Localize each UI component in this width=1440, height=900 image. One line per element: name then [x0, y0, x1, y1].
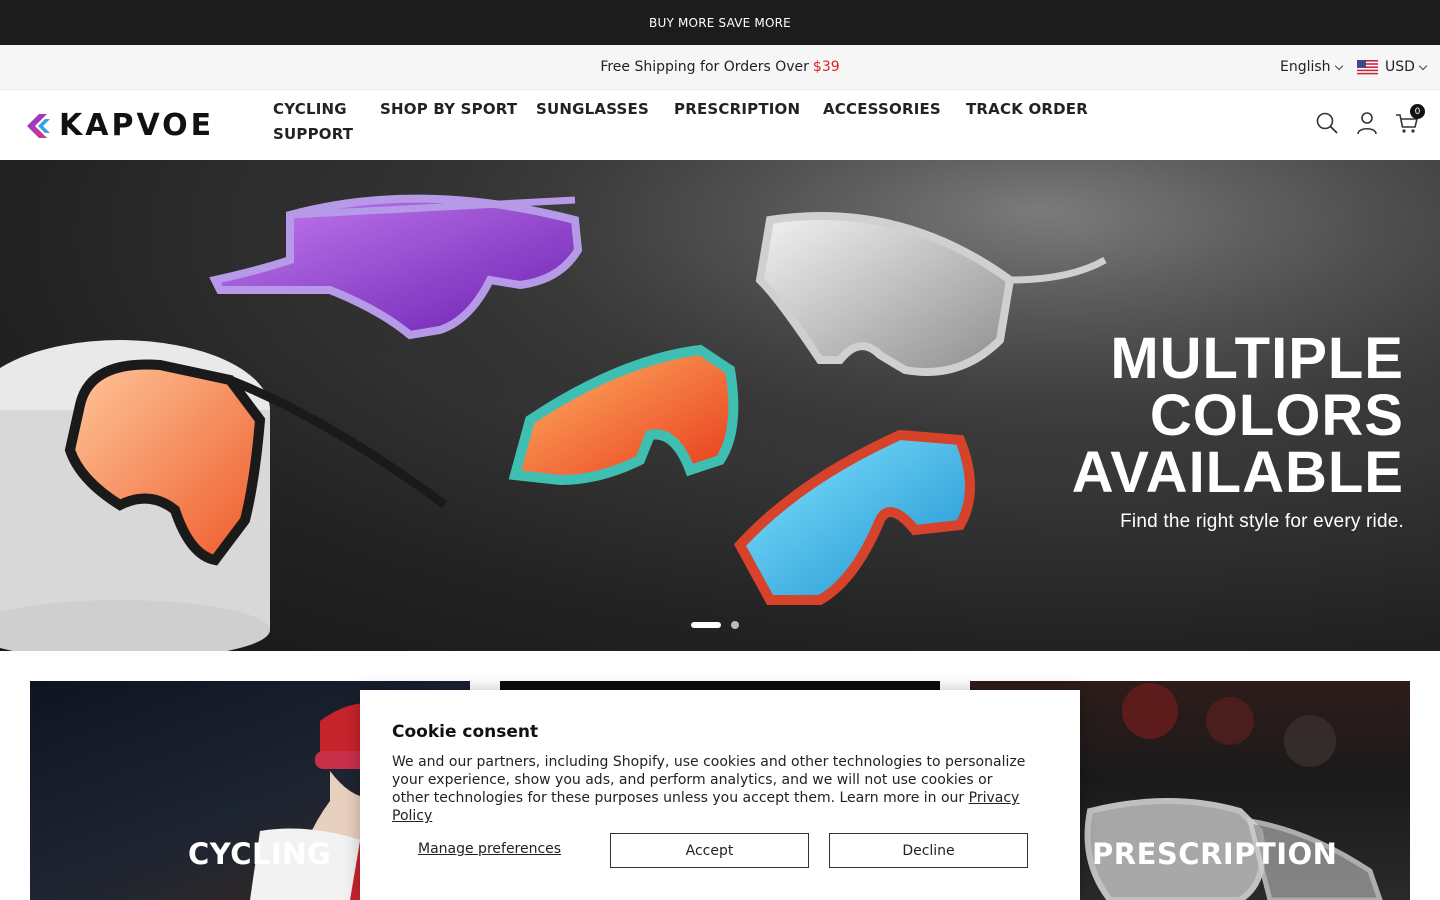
language-selector[interactable]: English	[1280, 45, 1343, 89]
slider-dots	[691, 621, 739, 629]
hero-slider[interactable]: MULTIPLE COLORS AVAILABLE Find the right…	[0, 160, 1440, 651]
nav-accessories[interactable]: ACCESSORIES	[823, 100, 941, 118]
top-bar: Free Shipping for Orders Over $39 Englis…	[0, 45, 1440, 90]
accept-button[interactable]: Accept	[610, 833, 809, 868]
cookie-body: We and our partners, including Shopify, …	[392, 753, 1032, 825]
category-label-prescription: PRESCRIPTION	[1092, 837, 1338, 871]
hero-subtitle: Find the right style for every ride.	[1120, 511, 1404, 532]
hero-title-line3: AVAILABLE	[1071, 440, 1404, 505]
cookie-title: Cookie consent	[392, 722, 539, 742]
account-icon[interactable]	[1354, 110, 1382, 138]
decline-button[interactable]: Decline	[829, 833, 1028, 868]
language-label: English	[1280, 59, 1331, 75]
slider-dot-1[interactable]	[691, 622, 721, 628]
nav-support[interactable]: SUPPORT	[273, 125, 353, 143]
cookie-consent-dialog: Cookie consent We and our partners, incl…	[360, 690, 1080, 900]
shipping-banner: Free Shipping for Orders Over $39	[0, 45, 1440, 89]
nav-sunglasses[interactable]: SUNGLASSES	[536, 100, 649, 118]
logo-mark-icon	[27, 114, 50, 138]
announcement-bar: BUY MORE SAVE MORE	[0, 0, 1440, 45]
manage-preferences-link[interactable]: Manage preferences	[418, 841, 561, 857]
chevron-down-icon	[1334, 61, 1343, 70]
currency-label: USD	[1385, 59, 1415, 75]
site-header: KAPVOE CYCLING SHOP BY SPORT SUNGLASSES …	[0, 90, 1440, 160]
us-flag-icon	[1357, 59, 1378, 75]
hero-title-line2: COLORS	[1149, 383, 1404, 448]
shipping-text: Free Shipping for Orders Over	[600, 59, 809, 75]
search-icon[interactable]	[1314, 110, 1342, 138]
hero-text: MULTIPLE COLORS AVAILABLE Find the right…	[1072, 330, 1404, 533]
chevron-down-icon	[1418, 61, 1428, 70]
shipping-price: $39	[812, 59, 840, 75]
announcement-text: BUY MORE SAVE MORE	[649, 15, 791, 30]
category-label-cycling: CYCLING	[188, 837, 332, 871]
nav-cycling[interactable]: CYCLING	[273, 100, 347, 118]
cart-count-badge: 0	[1410, 104, 1425, 119]
nav-track-order[interactable]: TRACK ORDER	[966, 100, 1088, 118]
nav-prescription[interactable]: PRESCRIPTION	[674, 100, 800, 118]
logo-text: KAPVOE	[59, 108, 215, 143]
hero-title-line1: MULTIPLE	[1110, 326, 1404, 391]
logo[interactable]: KAPVOE	[25, 110, 217, 142]
cookie-body-text: We and our partners, including Shopify, …	[392, 754, 1026, 806]
cart-icon[interactable]: 0	[1394, 104, 1425, 138]
currency-selector[interactable]: USD	[1357, 45, 1428, 89]
nav-shop-by-sport[interactable]: SHOP BY SPORT	[380, 100, 517, 118]
slider-dot-2[interactable]	[731, 621, 739, 629]
